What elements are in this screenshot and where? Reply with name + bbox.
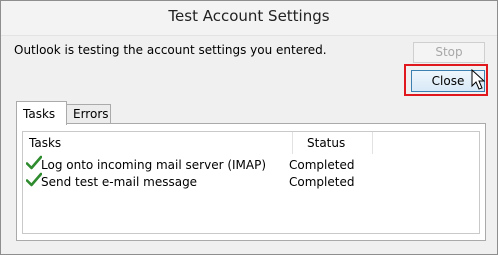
tab-errors[interactable]: Errors bbox=[66, 104, 111, 124]
table-row: Send test e-mail message Completed bbox=[23, 172, 479, 190]
test-account-settings-dialog: Test Account Settings Outlook is testing… bbox=[0, 0, 498, 255]
task-status: Completed bbox=[289, 175, 355, 189]
window-title: Test Account Settings bbox=[168, 7, 330, 25]
tab-tasks[interactable]: Tasks bbox=[16, 101, 67, 125]
table-row: Log onto incoming mail server (IMAP) Com… bbox=[23, 155, 479, 173]
column-header-tasks[interactable]: Tasks bbox=[23, 132, 293, 154]
title-bar[interactable]: Test Account Settings bbox=[1, 1, 497, 36]
task-name: Log onto incoming mail server (IMAP) bbox=[41, 158, 267, 172]
task-status: Completed bbox=[289, 158, 355, 172]
stop-button[interactable]: Stop bbox=[413, 42, 485, 63]
check-icon bbox=[26, 155, 42, 170]
column-header-status[interactable]: Status bbox=[293, 132, 373, 154]
tab-panel: Tasks Status Log onto incoming mail serv… bbox=[16, 123, 486, 241]
task-list: Tasks Status Log onto incoming mail serv… bbox=[22, 131, 480, 234]
status-message: Outlook is testing the account settings … bbox=[14, 43, 327, 57]
task-name: Send test e-mail message bbox=[41, 175, 198, 189]
check-icon bbox=[26, 172, 42, 187]
mouse-cursor-icon bbox=[471, 69, 485, 90]
